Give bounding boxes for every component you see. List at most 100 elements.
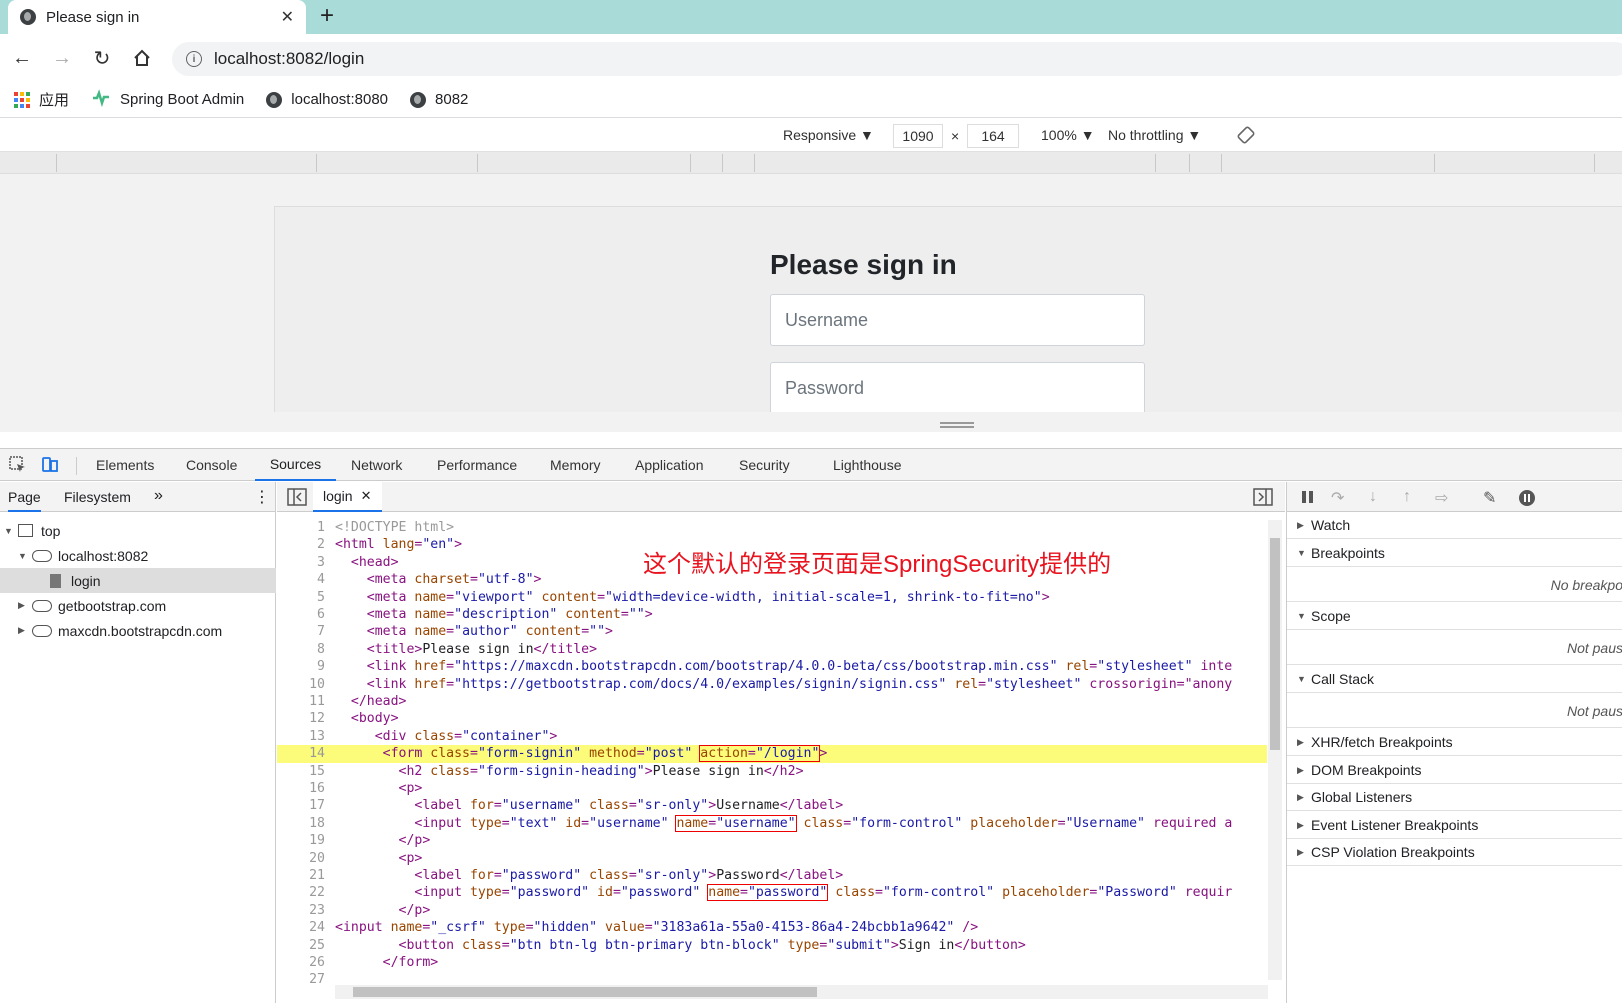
inspect-element-icon[interactable] (8, 455, 28, 478)
step-into-icon[interactable]: ↓ (1369, 488, 1377, 506)
section-watch[interactable]: ▶ Watch (1287, 512, 1622, 539)
bookmark-spring-boot-admin[interactable]: Spring Boot Admin (91, 88, 244, 111)
line-number[interactable]: 4 (277, 571, 325, 589)
tab-close-button[interactable]: ✕ (281, 7, 294, 27)
vertical-scrollbar[interactable] (1268, 520, 1282, 980)
code-line[interactable]: 13 <div class="container"> (277, 728, 1267, 746)
section-csp-violation-breakpoints[interactable]: ▶ CSP Violation Breakpoints (1287, 839, 1622, 866)
line-number[interactable]: 5 (277, 589, 325, 607)
tab-network[interactable]: Network (351, 449, 402, 481)
code-line[interactable]: 19 </p> (277, 832, 1267, 850)
step-over-icon[interactable]: ↷ (1331, 488, 1344, 508)
code-line[interactable]: 22 <input type="password" id="password" … (277, 884, 1267, 902)
tab-console[interactable]: Console (186, 449, 237, 481)
line-number[interactable]: 2 (277, 536, 325, 554)
forward-icon[interactable]: → (50, 46, 74, 70)
tree-item-getbootstrap[interactable]: ▶ getbootstrap.com (0, 593, 276, 618)
device-mode-select[interactable]: Responsive ▼ (783, 127, 874, 143)
device-toggle-icon[interactable] (40, 455, 60, 478)
tree-item-login[interactable]: login (0, 568, 276, 593)
line-number[interactable]: 9 (277, 658, 325, 676)
new-tab-button[interactable]: + (320, 2, 334, 30)
code-line[interactable]: 25 <button class="btn btn-lg btn-primary… (277, 937, 1267, 955)
code-line[interactable]: 11 </head> (277, 693, 1267, 711)
code-line[interactable]: 17 <label for="username" class="sr-only"… (277, 797, 1267, 815)
pause-icon[interactable] (1301, 490, 1315, 507)
resize-handle[interactable] (940, 422, 974, 428)
line-number[interactable]: 11 (277, 693, 325, 711)
code-line[interactable]: 15 <h2 class="form-signin-heading">Pleas… (277, 763, 1267, 781)
kebab-menu-icon[interactable]: ⋮ (254, 487, 270, 507)
zoom-select[interactable]: 100% ▼ (1041, 127, 1095, 143)
section-xhr-breakpoints[interactable]: ▶ XHR/fetch Breakpoints (1287, 729, 1622, 756)
code-line[interactable]: 18 <input type="text" id="username" name… (277, 814, 1267, 833)
tab-sources[interactable]: Sources (255, 449, 336, 481)
code-line[interactable]: 10 <link href="https://getbootstrap.com/… (277, 676, 1267, 694)
info-icon[interactable]: i (186, 51, 202, 67)
reload-icon[interactable]: ↻ (90, 46, 114, 70)
password-input[interactable]: Password (770, 362, 1145, 412)
pause-on-exceptions-icon[interactable] (1518, 489, 1536, 510)
line-number[interactable]: 10 (277, 676, 325, 694)
home-icon[interactable] (130, 46, 154, 70)
tree-item-top[interactable]: ▼ top (0, 518, 276, 543)
section-scope[interactable]: ▼ Scope (1287, 603, 1622, 630)
bookmark-8082[interactable]: 8082 (410, 91, 468, 108)
rotate-icon[interactable] (1236, 125, 1256, 148)
code-line[interactable]: 24 <input name="_csrf" type="hidden" valu… (277, 919, 1267, 937)
line-number[interactable]: 17 (277, 797, 325, 815)
bookmark-apps[interactable]: 应用 (14, 89, 69, 110)
code-line[interactable]: 14 <form class="form-signin" method="pos… (277, 745, 1267, 764)
editor-tab-login[interactable]: login ✕ (313, 482, 382, 512)
tab-elements[interactable]: Elements (96, 449, 154, 481)
code-line[interactable]: 26 </form> (277, 954, 1267, 972)
throttling-select[interactable]: No throttling ▼ (1108, 127, 1201, 143)
tab-application[interactable]: Application (635, 449, 704, 481)
line-number[interactable]: 12 (277, 710, 325, 728)
section-dom-breakpoints[interactable]: ▶ DOM Breakpoints (1287, 757, 1622, 784)
code-line[interactable]: 20 <p> (277, 850, 1267, 868)
line-number[interactable]: 24 (277, 919, 325, 937)
line-number[interactable]: 8 (277, 641, 325, 659)
browser-tab[interactable]: Please sign in ✕ (8, 0, 306, 34)
line-number[interactable]: 26 (277, 954, 325, 972)
code-line[interactable]: 21 <label for="password" class="sr-only"… (277, 867, 1267, 885)
section-global-listeners[interactable]: ▶ Global Listeners (1287, 784, 1622, 811)
deactivate-breakpoints-icon[interactable]: ✎ (1483, 488, 1496, 508)
step-icon[interactable]: ⇨ (1435, 488, 1448, 508)
line-number[interactable]: 1 (277, 519, 325, 537)
line-number[interactable]: 23 (277, 902, 325, 920)
tab-page[interactable]: Page (8, 489, 41, 512)
line-number[interactable]: 21 (277, 867, 325, 885)
line-number[interactable]: 16 (277, 780, 325, 798)
section-call-stack[interactable]: ▼ Call Stack (1287, 666, 1622, 693)
code-line[interactable]: 1 <!DOCTYPE html> (277, 519, 1267, 537)
toggle-debugger-icon[interactable] (1253, 488, 1273, 509)
more-tabs-icon[interactable]: » (154, 487, 163, 505)
tab-memory[interactable]: Memory (550, 449, 601, 481)
tab-lighthouse[interactable]: Lighthouse (833, 449, 902, 481)
line-number[interactable]: 20 (277, 850, 325, 868)
bookmark-localhost-8080[interactable]: localhost:8080 (266, 91, 388, 108)
tree-item-maxcdn[interactable]: ▶ maxcdn.bootstrapcdn.com (0, 618, 276, 643)
viewport-width-input[interactable]: 1090 (893, 124, 943, 148)
tab-filesystem[interactable]: Filesystem (64, 489, 131, 505)
line-number[interactable]: 18 (277, 815, 325, 833)
line-number[interactable]: 6 (277, 606, 325, 624)
code-line[interactable]: 5 <meta name="viewport" content="width=d… (277, 589, 1267, 607)
tab-security[interactable]: Security (739, 449, 790, 481)
close-icon[interactable]: ✕ (361, 488, 372, 504)
line-number[interactable]: 13 (277, 728, 325, 746)
code-line[interactable]: 6 <meta name="description" content=""> (277, 606, 1267, 624)
username-input[interactable]: Username (770, 294, 1145, 346)
line-number[interactable]: 15 (277, 763, 325, 781)
line-number[interactable]: 25 (277, 937, 325, 955)
line-number[interactable]: 27 (277, 971, 325, 985)
toggle-navigator-icon[interactable] (287, 488, 307, 509)
code-line[interactable]: 23 </p> (277, 902, 1267, 920)
code-line[interactable]: 27 (277, 971, 1267, 985)
code-lines[interactable]: 1 <!DOCTYPE html> 2 <html lang="en"> 3 <head… (277, 519, 1285, 985)
section-breakpoints[interactable]: ▼ Breakpoints (1287, 540, 1622, 567)
tab-performance[interactable]: Performance (437, 449, 517, 481)
line-number[interactable]: 19 (277, 832, 325, 850)
